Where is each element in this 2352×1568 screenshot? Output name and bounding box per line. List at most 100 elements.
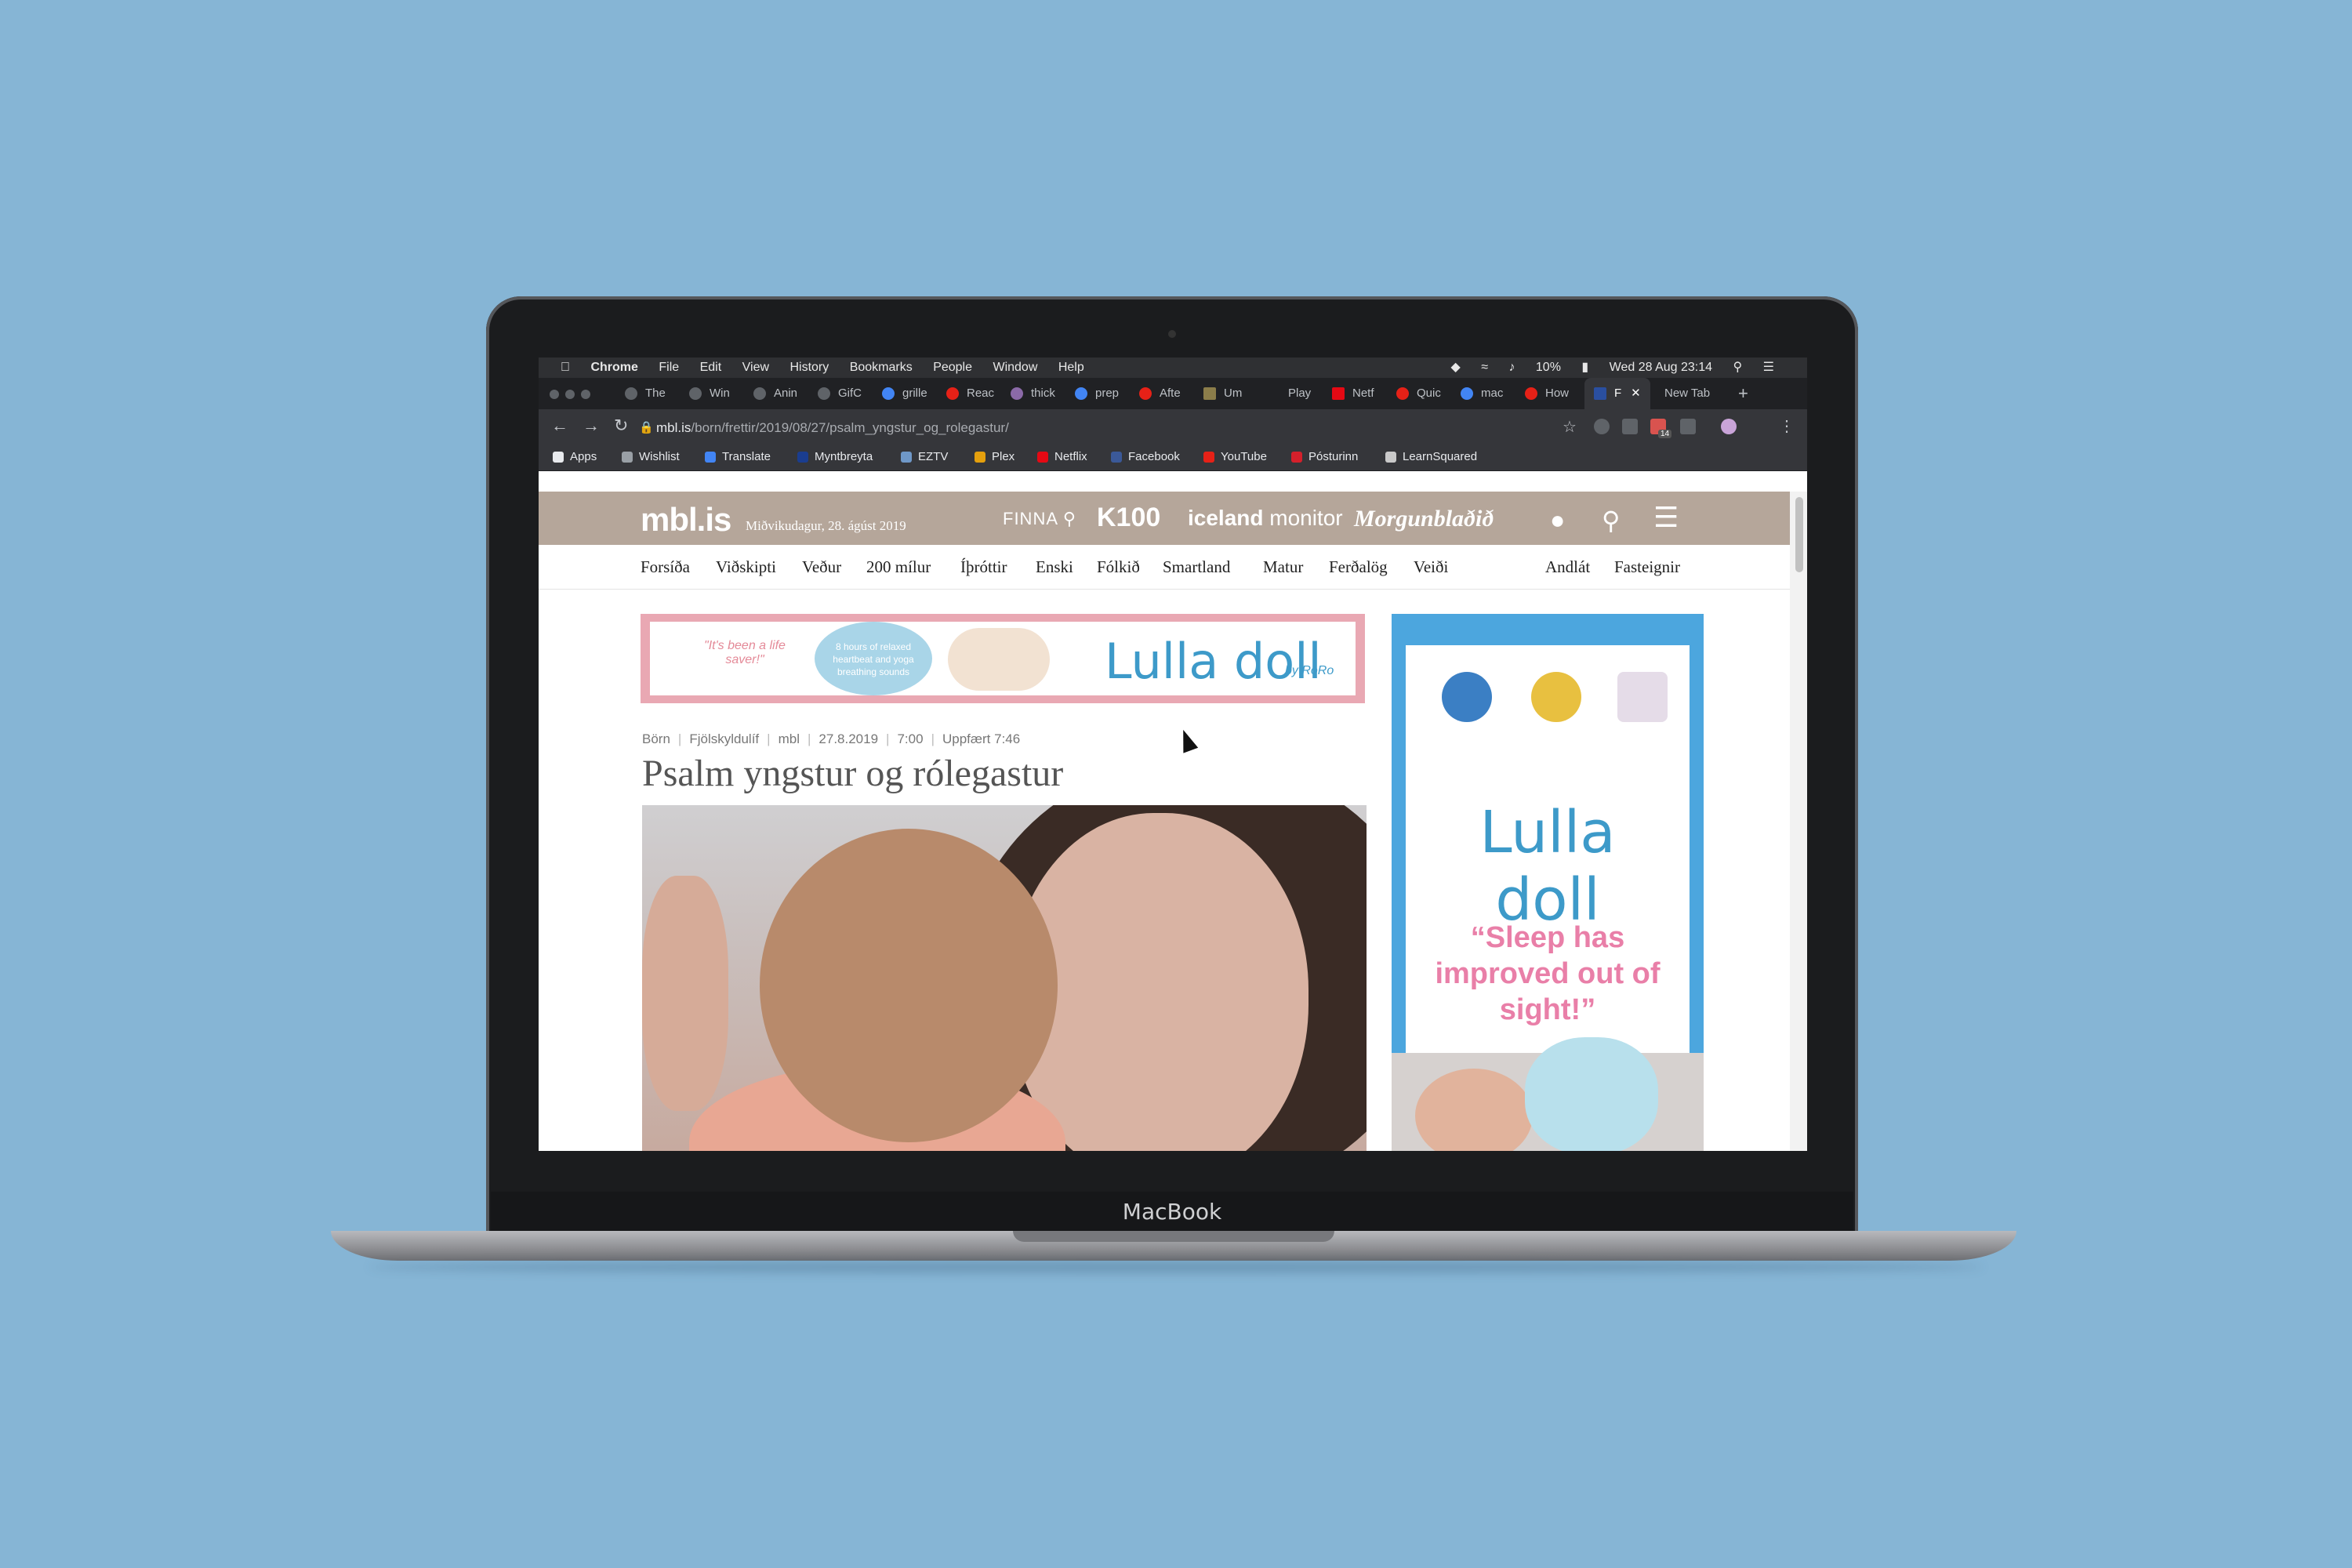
nav-veidi[interactable]: Veiði bbox=[1414, 557, 1448, 577]
nav-smartland[interactable]: Smartland bbox=[1163, 557, 1230, 577]
nav-folkid[interactable]: Fólkið bbox=[1097, 557, 1140, 577]
hamburger-menu-icon[interactable]: ☰ bbox=[1653, 501, 1679, 534]
menu-history[interactable]: History bbox=[789, 358, 829, 378]
menu-bookmarks[interactable]: Bookmarks bbox=[850, 358, 913, 378]
clock[interactable]: Wed 28 Aug 23:14 bbox=[1610, 358, 1712, 378]
tab[interactable]: Reac bbox=[946, 378, 994, 409]
bookmark-star-icon[interactable]: ☆ bbox=[1563, 417, 1577, 437]
battery-icon[interactable]: ▮ bbox=[1581, 358, 1588, 378]
bookmark-translate[interactable]: Translate bbox=[705, 444, 771, 470]
page-scrollbar[interactable] bbox=[1790, 492, 1807, 1151]
side-ad[interactable]: Lulla doll “Sleep has improved out of si… bbox=[1392, 614, 1704, 1151]
tab[interactable]: Win bbox=[689, 378, 730, 409]
article-photo[interactable] bbox=[642, 805, 1367, 1151]
wifi-icon[interactable]: ≈ bbox=[1481, 358, 1488, 378]
meta-category[interactable]: Börn bbox=[642, 731, 670, 746]
tab[interactable]: Anin bbox=[753, 378, 797, 409]
meta-subcategory[interactable]: Fjölskyldulíf bbox=[689, 731, 759, 746]
meta-source: mbl bbox=[778, 731, 800, 746]
bookmark-eztv[interactable]: EZTV bbox=[901, 444, 948, 470]
morgunbladid-link[interactable]: Morgunblaðið bbox=[1354, 506, 1494, 532]
tab[interactable]: Play bbox=[1268, 378, 1311, 409]
tab[interactable]: thick bbox=[1011, 378, 1055, 409]
bookmark-plex[interactable]: Plex bbox=[975, 444, 1014, 470]
menu-window[interactable]: Window bbox=[993, 358, 1037, 378]
banner-ad[interactable]: "It's been a life saver!" 8 hours of rel… bbox=[641, 614, 1365, 703]
nav-forsida[interactable]: Forsíða bbox=[641, 557, 690, 577]
k100-link[interactable]: K100 bbox=[1097, 503, 1160, 533]
menu-app-name[interactable]: Chrome bbox=[590, 358, 637, 378]
menu-people[interactable]: People bbox=[933, 358, 972, 378]
side-ad-card: Lulla doll “Sleep has improved out of si… bbox=[1406, 645, 1690, 1084]
tab[interactable]: Netf bbox=[1332, 378, 1374, 409]
nav-andlat[interactable]: Andlát bbox=[1545, 557, 1590, 577]
tab[interactable]: New Tab bbox=[1664, 378, 1710, 409]
spotlight-icon[interactable]: ⚲ bbox=[1733, 358, 1742, 378]
device-label: MacBook bbox=[491, 1192, 1853, 1232]
reload-icon[interactable]: ↻ bbox=[614, 416, 628, 436]
nav-fasteignir[interactable]: Fasteignir bbox=[1614, 557, 1680, 577]
lock-icon[interactable]: 🔒 bbox=[639, 420, 654, 434]
bookmark-learnsquared[interactable]: LearnSquared bbox=[1385, 444, 1477, 470]
banner-ad-quote: "It's been a life saver!" bbox=[704, 639, 786, 666]
tab[interactable]: Um bbox=[1203, 378, 1242, 409]
address-bar[interactable]: mbl.is/born/frettir/2019/08/27/psalm_yng… bbox=[656, 420, 1009, 436]
bookmark-apps[interactable]: Apps bbox=[553, 444, 597, 470]
camera-icon bbox=[1168, 330, 1176, 338]
close-window-icon[interactable] bbox=[550, 390, 559, 399]
menu-view[interactable]: View bbox=[742, 358, 769, 378]
apple-icon[interactable]:  bbox=[561, 358, 570, 378]
kebab-menu-icon[interactable]: ⋮ bbox=[1779, 416, 1795, 436]
side-ad-quote: “Sleep has improved out of sight!” bbox=[1435, 921, 1661, 1026]
nav-vidskipti[interactable]: Viðskipti bbox=[716, 557, 776, 577]
nav-ithrottir[interactable]: Íþróttir bbox=[960, 557, 1007, 577]
tab[interactable]: Afte bbox=[1139, 378, 1181, 409]
bookmark-posturinn[interactable]: Pósturinn bbox=[1291, 444, 1358, 470]
user-icon[interactable]: ● bbox=[1550, 506, 1565, 535]
tab[interactable]: Quic bbox=[1396, 378, 1441, 409]
new-tab-plus-icon[interactable]: + bbox=[1738, 378, 1748, 409]
nav-200-milur[interactable]: 200 mílur bbox=[866, 557, 931, 577]
site-logo[interactable]: mbl.is bbox=[641, 501, 731, 539]
bookmark-wishlist[interactable]: Wishlist bbox=[622, 444, 680, 470]
zoom-window-icon[interactable] bbox=[581, 390, 590, 399]
bookmark-myntbreyta[interactable]: Myntbreyta bbox=[797, 444, 873, 470]
extension-icon[interactable] bbox=[1680, 419, 1696, 434]
award-badge-icon bbox=[1442, 672, 1492, 722]
search-icon[interactable]: ⚲ bbox=[1602, 506, 1620, 535]
notification-center-icon[interactable]: ☰ bbox=[1763, 358, 1774, 378]
nav-ferdalog[interactable]: Ferðalög bbox=[1329, 557, 1388, 577]
tab[interactable]: mac bbox=[1461, 378, 1503, 409]
tab-active[interactable]: F ✕ bbox=[1584, 378, 1650, 409]
tab[interactable]: The bbox=[625, 378, 666, 409]
volume-icon[interactable]: ♪ bbox=[1508, 358, 1515, 378]
scrollbar-thumb[interactable] bbox=[1795, 497, 1803, 572]
tab[interactable]: grille bbox=[882, 378, 927, 409]
bookmark-youtube[interactable]: YouTube bbox=[1203, 444, 1267, 470]
back-icon[interactable]: ← bbox=[551, 416, 568, 436]
dropbox-icon[interactable]: ◆ bbox=[1450, 358, 1460, 378]
tab-favicon-icon bbox=[1011, 387, 1023, 401]
close-tab-icon[interactable]: ✕ bbox=[1631, 387, 1641, 400]
bookmark-facebook[interactable]: Facebook bbox=[1111, 444, 1180, 470]
menu-help[interactable]: Help bbox=[1058, 358, 1084, 378]
minimize-window-icon[interactable] bbox=[565, 390, 575, 399]
award-badge-icon bbox=[1531, 672, 1581, 722]
bookmark-netflix[interactable]: Netflix bbox=[1037, 444, 1087, 470]
extension-icon[interactable] bbox=[1622, 419, 1638, 434]
tab[interactable]: prep bbox=[1075, 378, 1119, 409]
extension-icon[interactable] bbox=[1594, 419, 1610, 434]
nav-vedur[interactable]: Veður bbox=[802, 557, 841, 577]
laptop-notch bbox=[1013, 1231, 1334, 1242]
nav-enski[interactable]: Enski bbox=[1036, 557, 1073, 577]
finna-link[interactable]: FINNA ⚲ bbox=[1003, 509, 1076, 529]
profile-avatar[interactable] bbox=[1721, 419, 1737, 434]
iceland-monitor-link[interactable]: iceland monitor bbox=[1188, 506, 1343, 531]
tab[interactable]: How bbox=[1525, 378, 1569, 409]
menu-file[interactable]: File bbox=[659, 358, 679, 378]
menu-edit[interactable]: Edit bbox=[700, 358, 722, 378]
forward-icon[interactable]: → bbox=[583, 416, 600, 436]
nav-matur[interactable]: Matur bbox=[1263, 557, 1303, 577]
battery-percent[interactable]: 10% bbox=[1536, 358, 1561, 378]
tab[interactable]: GifC bbox=[818, 378, 862, 409]
